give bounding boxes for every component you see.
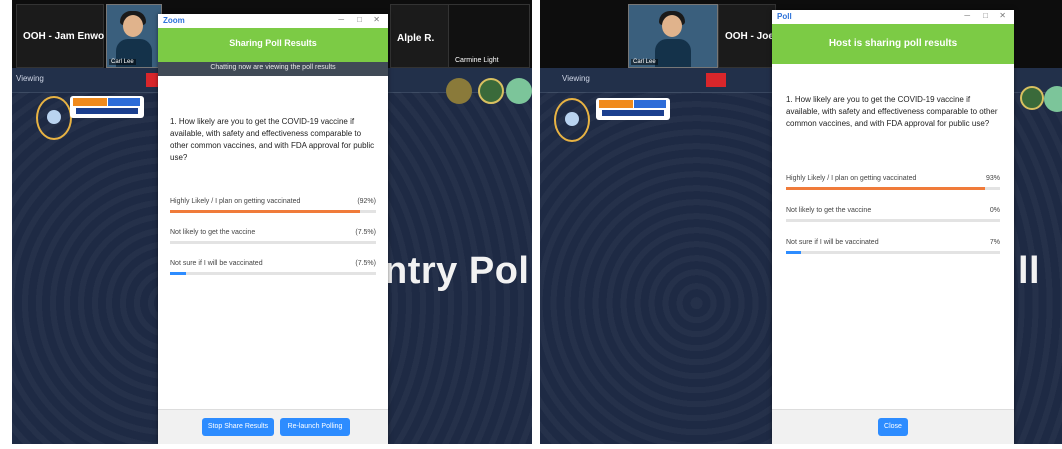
poll-option: Not likely to get the vaccine 0%	[786, 207, 1000, 225]
partner-seal-icon	[1020, 86, 1044, 110]
slide-title-text: ntry Poll	[384, 250, 532, 292]
participant-name: Carmine Light	[455, 57, 499, 64]
participant-tile-right[interactable]: Alple R.	[390, 4, 450, 68]
poll-status-strip: Chatting now are viewing the poll result…	[158, 62, 388, 76]
poll-result-bar	[170, 210, 360, 213]
poll-option-value: (7.5%)	[355, 260, 376, 267]
record-icon[interactable]	[706, 73, 726, 87]
app-name: Poll	[777, 12, 792, 21]
poll-option-value: 0%	[989, 207, 1000, 214]
maximize-icon[interactable]: □	[357, 15, 362, 24]
left-meeting-screenshot: OOH - Jam Enwo Carl Lee Alple R. Carmine…	[12, 0, 532, 444]
event-banner-logo	[70, 96, 144, 118]
poll-result-bar	[786, 251, 801, 254]
seal-logo-icon	[36, 96, 72, 140]
participant-name: Alple R.	[397, 33, 435, 44]
poll-option: Not sure if I will be vaccinated (7.5%)	[170, 260, 376, 278]
participant-tile-dark[interactable]: Carmine Light	[448, 4, 530, 68]
close-icon[interactable]: ✕	[373, 15, 380, 24]
poll-result-bar	[170, 272, 187, 275]
participant-tile-host[interactable]: OOH - Jam Enwo	[16, 4, 104, 68]
participant-name: OOH - Jam Enwo	[23, 31, 105, 42]
participant-video[interactable]: Carl Lee	[106, 4, 162, 68]
participant-name: OOH - Joe	[725, 31, 774, 42]
poll-result-bar	[786, 187, 986, 190]
status-text: Viewing	[16, 74, 44, 83]
poll-header-text: Sharing Poll Results	[229, 38, 317, 48]
right-meeting-screenshot: Carl Lee OOH - Joe Viewing ll Poll ─ □ ✕…	[540, 0, 1062, 444]
poll-option-label: Highly Likely / I plan on getting vaccin…	[170, 198, 301, 205]
poll-result-track	[170, 241, 376, 244]
window-titlebar: Poll ─ □ ✕	[772, 10, 1014, 24]
event-banner-logo	[596, 98, 670, 120]
poll-option-label: Not sure if I will be vaccinated	[170, 260, 263, 267]
poll-footer: Close	[772, 409, 1014, 444]
minimize-icon[interactable]: ─	[964, 11, 970, 20]
poll-option-label: Not likely to get the vaccine	[170, 229, 256, 236]
seal-logo-icon	[554, 98, 590, 142]
maximize-icon[interactable]: □	[983, 11, 988, 20]
poll-header: Host is sharing poll results	[772, 24, 1014, 64]
poll-footer: Stop Share Results Re-launch Polling	[158, 409, 388, 444]
poll-option-value: (7.5%)	[355, 229, 376, 236]
poll-header: Sharing Poll Results	[158, 28, 388, 62]
participant-tile-host[interactable]: OOH - Joe	[718, 4, 776, 68]
poll-status-text: Chatting now are viewing the poll result…	[210, 64, 336, 71]
poll-result-track	[170, 210, 376, 213]
poll-option: Highly Likely / I plan on getting vaccin…	[786, 175, 1000, 193]
video-name-label: Carl Lee	[631, 59, 658, 65]
partner-seal-icon	[478, 78, 504, 104]
video-name-label: Carl Lee	[109, 59, 136, 65]
poll-question: 1. How likely are you to get the COVID-1…	[786, 95, 998, 128]
poll-option-label: Not likely to get the vaccine	[786, 207, 872, 214]
poll-option-value: 93%	[985, 175, 1000, 182]
poll-option: Not likely to get the vaccine (7.5%)	[170, 229, 376, 247]
slide-title-text: ll	[1018, 250, 1041, 292]
app-name: Zoom	[163, 16, 185, 25]
poll-option-value: (92%)	[357, 198, 376, 205]
partner-badge-icon	[446, 78, 472, 104]
poll-header-text: Host is sharing poll results	[828, 38, 958, 49]
poll-option-label: Not sure if I will be vaccinated	[786, 239, 879, 246]
poll-question: 1. How likely are you to get the COVID-1…	[170, 117, 375, 162]
poll-result-track	[786, 219, 1000, 222]
window-titlebar: Zoom ─ □ ✕	[158, 14, 388, 28]
poll-option-value: 7%	[989, 239, 1000, 246]
participant-video[interactable]: Carl Lee	[628, 4, 718, 68]
poll-option: Not sure if I will be vaccinated 7%	[786, 239, 1000, 257]
status-text: Viewing	[562, 74, 590, 83]
relaunch-polling-button[interactable]: Re-launch Polling	[280, 418, 350, 436]
close-icon[interactable]: ✕	[999, 11, 1006, 20]
poll-results-window: Zoom ─ □ ✕ Sharing Poll Results Chatting…	[158, 14, 388, 444]
poll-result-track	[786, 187, 1000, 190]
poll-option: Highly Likely / I plan on getting vaccin…	[170, 198, 376, 216]
poll-option-label: Highly Likely / I plan on getting vaccin…	[786, 175, 917, 182]
close-button[interactable]: Close	[878, 418, 908, 436]
poll-result-track	[786, 251, 1000, 254]
minimize-icon[interactable]: ─	[338, 15, 344, 24]
poll-result-track	[170, 272, 376, 275]
stop-share-results-button[interactable]: Stop Share Results	[202, 418, 274, 436]
partner-logo-icon	[506, 78, 532, 104]
poll-results-window: Poll ─ □ ✕ Host is sharing poll results …	[772, 10, 1014, 444]
